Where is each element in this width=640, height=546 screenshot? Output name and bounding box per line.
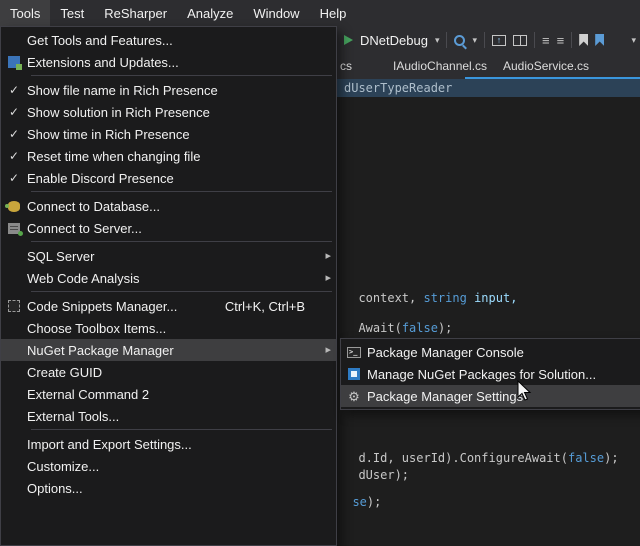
menu-item-external-tools[interactable]: External Tools...	[1, 405, 336, 427]
menu-separator	[31, 429, 332, 430]
menu-item-extensions-and-updates[interactable]: Extensions and Updates...	[1, 51, 336, 73]
menu-item-show-file-name-rich-presence[interactable]: ✓ Show file name in Rich Presence	[1, 79, 336, 101]
menu-item-import-and-export-settings[interactable]: Import and Export Settings...	[1, 433, 336, 455]
checkmark-icon: ✓	[9, 172, 19, 184]
move-lines-down-icon[interactable]: ≡	[557, 34, 565, 47]
gear-icon: ⚙	[348, 390, 360, 403]
code-line: context, string input,	[344, 277, 517, 305]
menu-item-web-code-analysis[interactable]: Web Code Analysis ▸	[1, 267, 336, 289]
menu-item-get-tools-and-features[interactable]: Get Tools and Features...	[1, 29, 336, 51]
submenu-arrow-icon: ▸	[315, 273, 331, 284]
menu-item-package-manager-console[interactable]: >_ Package Manager Console	[341, 341, 640, 363]
flag-icon[interactable]	[595, 34, 604, 46]
menu-separator	[31, 191, 332, 192]
database-icon	[8, 201, 20, 212]
toolbar-overflow-icon[interactable]: ▾	[631, 36, 636, 45]
menu-separator	[31, 241, 332, 242]
menu-bar: Tools Test ReSharper Analyze Window Help	[0, 0, 640, 26]
menu-item-nuget-package-manager[interactable]: NuGet Package Manager ▸	[1, 339, 336, 361]
tab-audioservice[interactable]: AudioService.cs	[503, 54, 589, 77]
menu-item-sql-server[interactable]: SQL Server ▸	[1, 245, 336, 267]
menu-item-manage-nuget-packages-for-solution[interactable]: Manage NuGet Packages for Solution...	[341, 363, 640, 385]
menu-item-reset-time-when-changing-file[interactable]: ✓ Reset time when changing file	[1, 145, 336, 167]
tab-document-partial[interactable]: cs	[340, 54, 352, 77]
move-lines-up-icon[interactable]: ≡	[542, 34, 550, 47]
submenu-arrow-icon: ▸	[315, 345, 331, 356]
menu-item-show-solution-rich-presence[interactable]: ✓ Show solution in Rich Presence	[1, 101, 336, 123]
menu-separator	[31, 291, 332, 292]
server-icon	[8, 223, 20, 234]
code-snippets-icon	[8, 300, 20, 312]
code-line: dUser);	[344, 454, 409, 482]
menubar-item-tools[interactable]: Tools	[0, 0, 50, 26]
extensions-icon	[8, 56, 20, 68]
mouse-cursor	[517, 380, 533, 407]
toolbar-separator	[571, 32, 572, 48]
code-line: se);	[338, 481, 381, 509]
find-icon[interactable]	[454, 35, 465, 46]
bookmark-icon[interactable]	[579, 34, 588, 46]
menu-separator	[31, 75, 332, 76]
toolbar-separator	[534, 32, 535, 48]
checkmark-icon: ✓	[9, 128, 19, 140]
menubar-item-window[interactable]: Window	[243, 0, 309, 26]
vs-ide-window: { "theme": { "accent_blue": "#3a96dd", "…	[0, 0, 640, 497]
menu-item-code-snippets-manager[interactable]: Code Snippets Manager... Ctrl+K, Ctrl+B	[1, 295, 336, 317]
menu-item-choose-toolbox-items[interactable]: Choose Toolbox Items...	[1, 317, 336, 339]
menu-shortcut: Ctrl+K, Ctrl+B	[225, 299, 305, 314]
tools-menu: Get Tools and Features... Extensions and…	[0, 26, 337, 546]
menu-item-connect-to-database[interactable]: Connect to Database...	[1, 195, 336, 217]
menubar-item-help[interactable]: Help	[310, 0, 357, 26]
menu-item-connect-to-server[interactable]: Connect to Server...	[1, 217, 336, 239]
console-icon: >_	[347, 347, 361, 358]
menu-item-package-manager-settings[interactable]: ⚙ Package Manager Settings	[341, 385, 640, 407]
checkmark-icon: ✓	[9, 106, 19, 118]
nuget-submenu: >_ Package Manager Console Manage NuGet …	[340, 338, 640, 410]
find-chevron-icon[interactable]: ▾	[472, 36, 477, 45]
menu-item-show-time-rich-presence[interactable]: ✓ Show time in Rich Presence	[1, 123, 336, 145]
nav-class-name[interactable]: dUserTypeReader	[344, 79, 452, 97]
code-line: Await(false);	[344, 307, 452, 335]
deploy-icon[interactable]: ↑	[492, 35, 506, 46]
debug-target-chevron-icon[interactable]: ▾	[435, 36, 440, 45]
menubar-item-test[interactable]: Test	[50, 0, 94, 26]
start-debug-icon[interactable]	[344, 35, 353, 45]
menu-item-external-command-2[interactable]: External Command 2	[1, 383, 336, 405]
checkmark-icon: ✓	[9, 150, 19, 162]
menu-item-enable-discord-presence[interactable]: ✓ Enable Discord Presence	[1, 167, 336, 189]
nuget-package-icon	[348, 368, 360, 380]
toolbar-separator	[446, 32, 447, 48]
menubar-item-resharper[interactable]: ReSharper	[94, 0, 177, 26]
menu-item-customize[interactable]: Customize...	[1, 455, 336, 477]
checkmark-icon: ✓	[9, 84, 19, 96]
menu-item-create-guid[interactable]: Create GUID	[1, 361, 336, 383]
submenu-arrow-icon: ▸	[315, 251, 331, 262]
debug-target-label[interactable]: DNetDebug	[360, 33, 428, 48]
menu-item-options[interactable]: Options...	[1, 477, 336, 499]
toolbar-separator	[484, 32, 485, 48]
menubar-item-analyze[interactable]: Analyze	[177, 0, 243, 26]
window-columns-icon[interactable]	[513, 35, 527, 46]
tab-iaudiochannel[interactable]: IAudioChannel.cs	[393, 54, 487, 77]
